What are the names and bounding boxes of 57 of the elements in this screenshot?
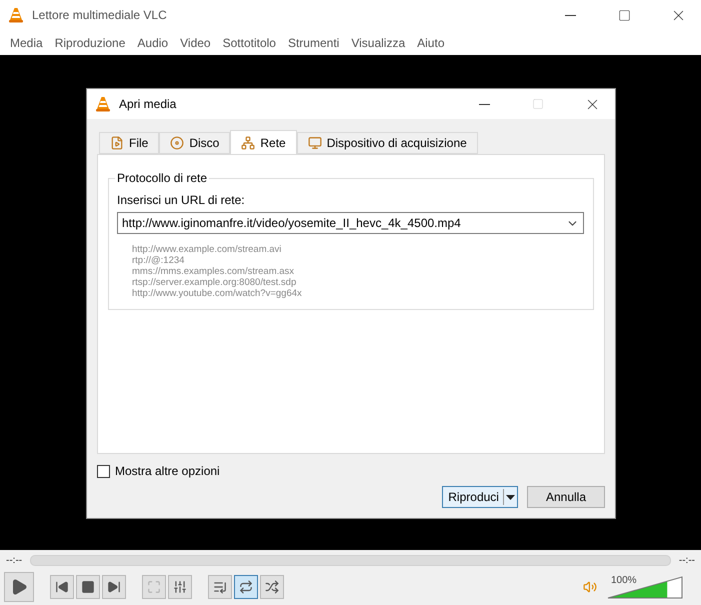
menu-item[interactable]: Aiuto bbox=[411, 36, 450, 50]
elapsed-time: --:-- bbox=[6, 554, 22, 566]
dialog-title: Apri media bbox=[119, 97, 178, 111]
example-url: http://www.youtube.com/watch?v=gg64x bbox=[132, 288, 303, 299]
cone-icon bbox=[95, 96, 111, 112]
cone-icon bbox=[8, 7, 24, 23]
stop-button[interactable] bbox=[76, 575, 100, 599]
play-button[interactable] bbox=[4, 572, 34, 602]
tab[interactable]: File bbox=[99, 132, 160, 154]
tab[interactable]: Disco bbox=[159, 132, 230, 154]
window-title: Lettore multimediale VLC bbox=[32, 8, 168, 22]
menu-item[interactable]: Video bbox=[174, 36, 217, 50]
play-button[interactable]: Riproduci bbox=[442, 486, 518, 508]
maximize-icon bbox=[618, 8, 630, 22]
menu-item[interactable]: Riproduzione bbox=[48, 36, 132, 50]
checkbox-label: Mostra altre opzioni bbox=[115, 464, 220, 478]
volume-slider[interactable] bbox=[607, 575, 683, 599]
menu-item[interactable]: Strumenti bbox=[282, 36, 346, 50]
previous-icon bbox=[55, 580, 69, 594]
settings-button[interactable] bbox=[168, 575, 192, 599]
shuffle-icon bbox=[265, 580, 279, 594]
remaining-time: --:-- bbox=[678, 554, 695, 566]
monitor-icon bbox=[308, 136, 322, 150]
url-field[interactable]: http://www.iginomanfre.it/video/yosemite_II_hevc_4k_4500.mp4 bbox=[117, 212, 584, 234]
menu-item[interactable]: Visualizza bbox=[345, 36, 412, 50]
next-icon bbox=[107, 580, 121, 594]
menu-item[interactable]: Media bbox=[4, 36, 49, 50]
play-icon bbox=[10, 578, 28, 596]
stop-icon bbox=[81, 580, 95, 594]
tab[interactable]: Rete bbox=[230, 130, 297, 155]
example-url: rtp://@:1234 bbox=[132, 255, 186, 266]
playlist-button[interactable] bbox=[208, 575, 232, 599]
checkbox[interactable] bbox=[97, 464, 110, 478]
next-button[interactable] bbox=[102, 575, 126, 599]
url-label: Inserisci un URL di rete: bbox=[117, 193, 246, 207]
cancel-button[interactable]: Annulla bbox=[526, 486, 605, 508]
previous-button[interactable] bbox=[50, 575, 74, 599]
menu-item[interactable]: Sottotitolo bbox=[216, 36, 282, 50]
tab[interactable]: Dispositivo di acquisizione bbox=[296, 132, 478, 154]
loop-button[interactable] bbox=[234, 575, 258, 599]
volume-reading: 100% bbox=[611, 575, 637, 586]
disc-icon bbox=[170, 136, 184, 150]
minimize-icon bbox=[564, 14, 576, 16]
file-icon bbox=[110, 136, 124, 150]
example-url: http://www.example.com/stream.avi bbox=[132, 244, 282, 255]
shuffle-button[interactable] bbox=[260, 575, 284, 599]
repeat-icon bbox=[239, 580, 253, 594]
menu-item[interactable]: Audio bbox=[131, 36, 174, 50]
sliders-icon bbox=[173, 580, 187, 594]
fullscreen-icon bbox=[147, 580, 161, 594]
example-url: mms://mms.examples.com/stream.asx bbox=[132, 266, 296, 277]
example-url: rtsp://server.example.org:8080/test.sdp bbox=[132, 277, 298, 288]
group-title: Protocollo di rete bbox=[116, 171, 208, 185]
caret-icon[interactable] bbox=[506, 494, 515, 500]
playlist-icon bbox=[213, 580, 227, 594]
maximize-icon bbox=[532, 98, 544, 110]
network-icon bbox=[241, 136, 256, 150]
